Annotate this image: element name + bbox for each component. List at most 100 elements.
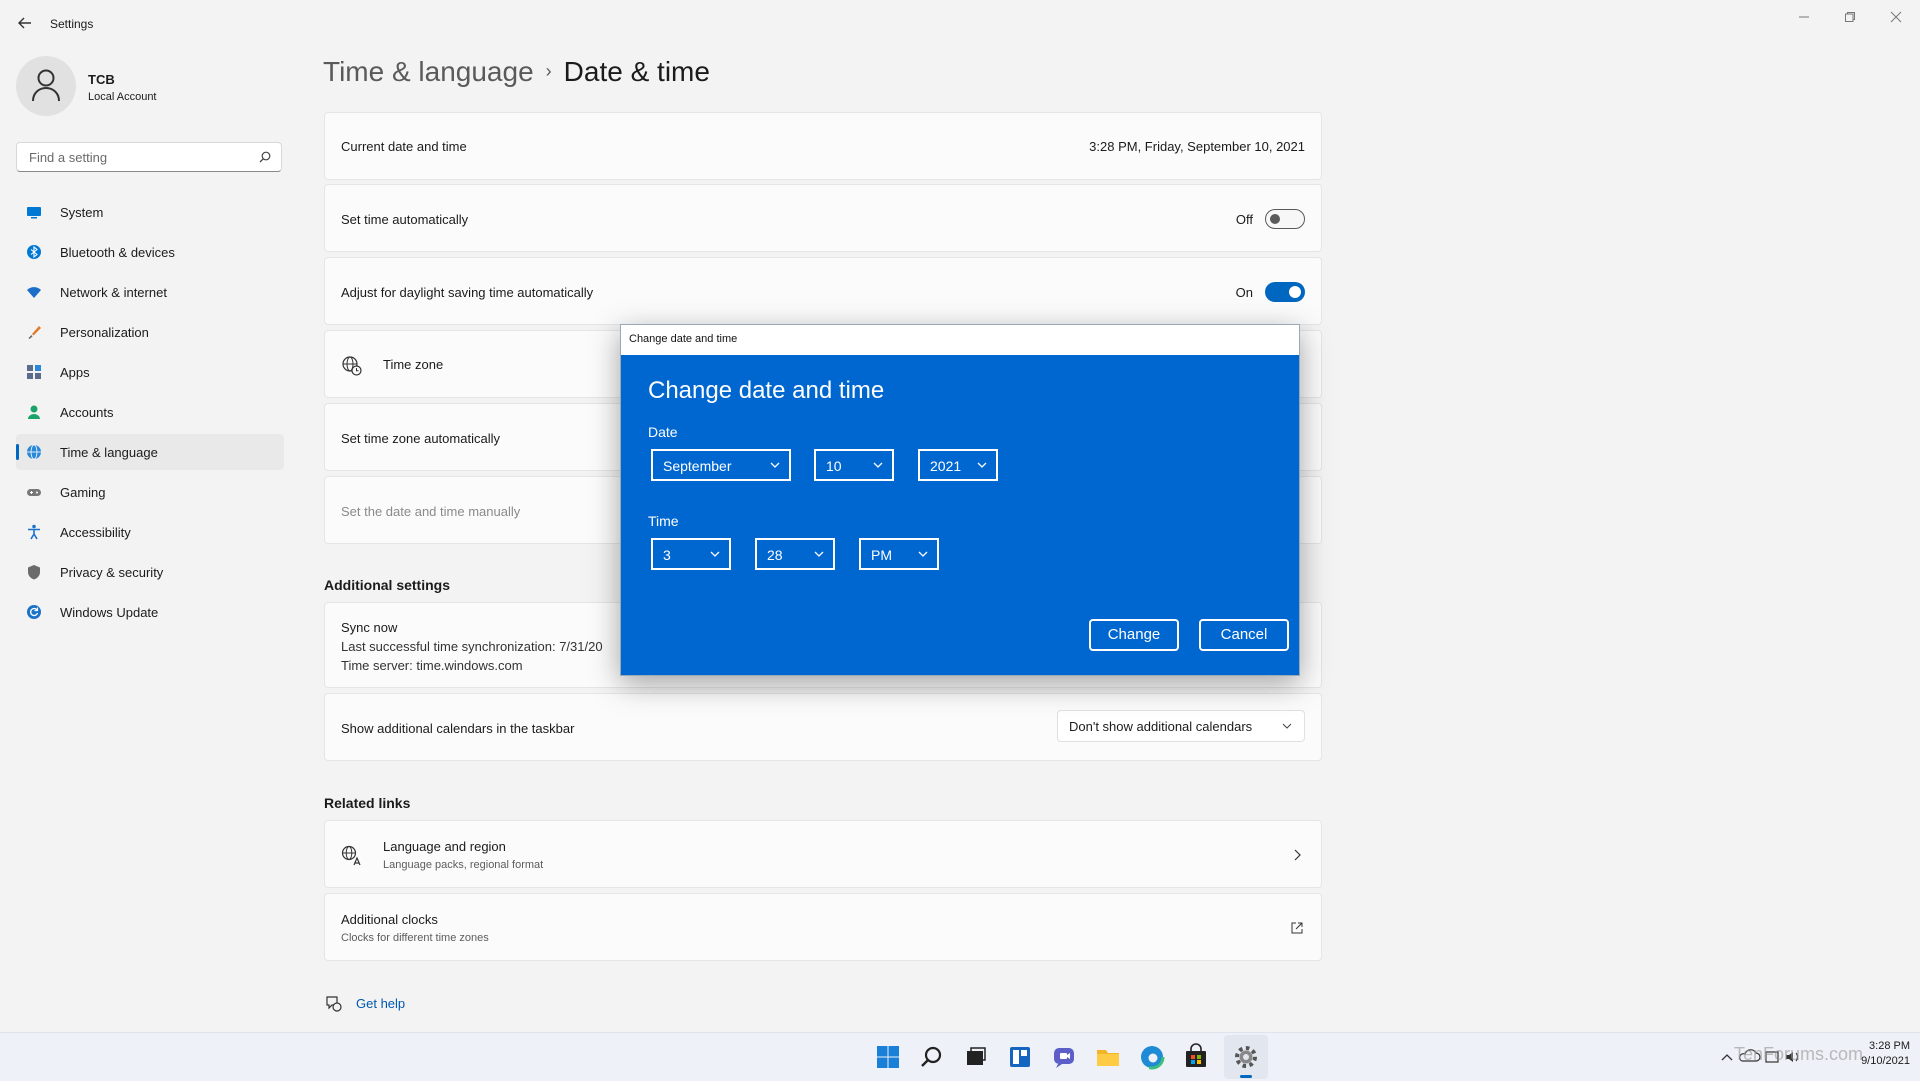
sidebar-item-personalization[interactable]: Personalization: [16, 314, 284, 350]
sidebar-item-accounts[interactable]: Accounts: [16, 394, 284, 430]
close-button[interactable]: [1874, 6, 1920, 28]
search-box[interactable]: [16, 142, 282, 172]
calendars-dropdown[interactable]: Don't show additional calendars: [1057, 710, 1305, 742]
taskbar: 3:28 PM 9/10/2021: [0, 1032, 1920, 1081]
chat-icon: [1054, 1048, 1074, 1068]
minute-value: 28: [767, 547, 783, 563]
windows-logo-icon: [877, 1046, 899, 1068]
sidebar-item-accessibility[interactable]: Accessibility: [16, 514, 284, 550]
chevron-down-icon: [977, 462, 987, 468]
get-help-label: Get help: [356, 996, 406, 1011]
settings-gear-icon: [1235, 1046, 1257, 1068]
start-button[interactable]: [874, 1043, 902, 1071]
ampm-select[interactable]: PM: [859, 538, 939, 570]
calendars-label: Show additional calendars in the taskbar: [341, 721, 575, 736]
daylight-card: Adjust for daylight saving time automati…: [324, 257, 1322, 325]
time-label: Time: [648, 513, 679, 529]
sidebar-nav: System Bluetooth & devices Network & inter…: [16, 194, 284, 634]
chat[interactable]: [1050, 1043, 1078, 1071]
daylight-label: Adjust for daylight saving time automati…: [341, 285, 594, 300]
additional-clocks-label: Additional clocks: [341, 912, 438, 927]
monitor-icon: [27, 207, 41, 219]
ampm-value: PM: [871, 547, 892, 563]
timezone-label: Time zone: [383, 357, 444, 372]
task-view-icon: [967, 1047, 986, 1065]
search-icon: [921, 1046, 942, 1067]
chevron-down-icon: [918, 551, 928, 557]
clock-time: 3:28 PM: [1869, 1040, 1910, 1052]
calendars-card: Show additional calendars in the taskbar…: [324, 693, 1322, 761]
dialog-title-bar: Change date and time: [621, 325, 1299, 355]
current-datetime-card: Current date and time 3:28 PM, Friday, S…: [324, 112, 1322, 180]
taskbar-search[interactable]: [918, 1043, 946, 1071]
sidebar-item-system[interactable]: System: [16, 194, 284, 230]
restore-icon: [1845, 12, 1855, 22]
set-time-auto-state: Off: [1235, 212, 1253, 227]
sidebar-item-gaming[interactable]: Gaming: [16, 474, 284, 510]
additional-clocks-sub: Clocks for different time zones: [341, 932, 489, 944]
cancel-button[interactable]: Cancel: [1199, 619, 1289, 651]
folder-icon: [1097, 1050, 1119, 1066]
sidebar-item-apps[interactable]: Apps: [16, 354, 284, 390]
widgets-icon: [1010, 1047, 1030, 1067]
year-select[interactable]: 2021: [918, 449, 998, 481]
change-button[interactable]: Change: [1089, 619, 1179, 651]
store-icon: [1186, 1043, 1206, 1067]
maximize-button[interactable]: [1828, 6, 1874, 28]
daylight-toggle[interactable]: [1265, 282, 1305, 302]
day-value: 10: [826, 458, 842, 474]
related-links-heading: Related links: [324, 795, 411, 811]
language-icon: [341, 845, 361, 866]
breadcrumb-parent[interactable]: Time & language: [323, 56, 534, 87]
update-icon: [27, 605, 41, 619]
get-help-link[interactable]: Get help: [324, 994, 405, 1019]
set-time-auto-toggle[interactable]: [1265, 209, 1305, 229]
sidebar-item-label: Network & internet: [60, 285, 167, 300]
title-bar: Settings: [0, 0, 1920, 48]
task-view[interactable]: [962, 1043, 990, 1071]
sync-label: Sync now: [341, 620, 398, 635]
minute-select[interactable]: 28: [755, 538, 835, 570]
settings-taskbar-button[interactable]: [1224, 1035, 1268, 1079]
account-type: Local Account: [88, 91, 157, 103]
watermark: TenForums.com: [1734, 1044, 1864, 1064]
file-explorer[interactable]: [1094, 1043, 1122, 1071]
set-time-auto-label: Set time automatically: [341, 212, 469, 227]
edge-browser[interactable]: [1138, 1043, 1166, 1071]
sidebar-item-label: Bluetooth & devices: [60, 245, 175, 260]
person-icon: [32, 69, 60, 102]
sidebar-item-network-internet[interactable]: Network & internet: [16, 274, 284, 310]
back-arrow-icon[interactable]: [14, 12, 36, 34]
sidebar-item-label: Gaming: [60, 485, 106, 500]
avatar: [16, 56, 76, 116]
chevron-right-icon: [1294, 849, 1301, 861]
sidebar-item-privacy-security[interactable]: Privacy & security: [16, 554, 284, 590]
sidebar-item-bluetooth-devices[interactable]: Bluetooth & devices: [16, 234, 284, 270]
minimize-button[interactable]: [1782, 6, 1828, 28]
search-input[interactable]: [27, 149, 251, 166]
chevron-down-icon: [873, 462, 883, 468]
language-region-link[interactable]: Language and region Language packs, regi…: [324, 820, 1322, 888]
month-select[interactable]: September: [651, 449, 791, 481]
day-select[interactable]: 10: [814, 449, 894, 481]
store[interactable]: [1182, 1043, 1210, 1071]
daylight-state: On: [1235, 285, 1253, 300]
accessibility-icon: [28, 524, 40, 540]
sidebar-item-label: Personalization: [60, 325, 149, 340]
gamepad-icon: [27, 489, 41, 496]
page-title: Date & time: [563, 56, 710, 87]
calendars-dropdown-value: Don't show additional calendars: [1069, 719, 1253, 734]
additional-clocks-link[interactable]: Additional clocks Clocks for different t…: [324, 893, 1322, 961]
minimize-icon: [1799, 16, 1809, 18]
current-datetime-value: 3:28 PM, Friday, September 10, 2021: [1089, 139, 1305, 154]
hour-select[interactable]: 3: [651, 538, 731, 570]
sidebar-item-windows-update[interactable]: Windows Update: [16, 594, 284, 630]
date-label: Date: [648, 424, 678, 440]
globe-clock-icon: [27, 444, 41, 460]
sidebar-item-time-language[interactable]: Time & language: [16, 434, 284, 470]
chevron-down-icon: [814, 551, 824, 557]
widgets[interactable]: [1006, 1043, 1034, 1071]
chevron-down-icon: [770, 462, 780, 468]
brush-icon: [28, 326, 41, 339]
system-clock[interactable]: 3:28 PM 9/10/2021: [1861, 1039, 1910, 1069]
